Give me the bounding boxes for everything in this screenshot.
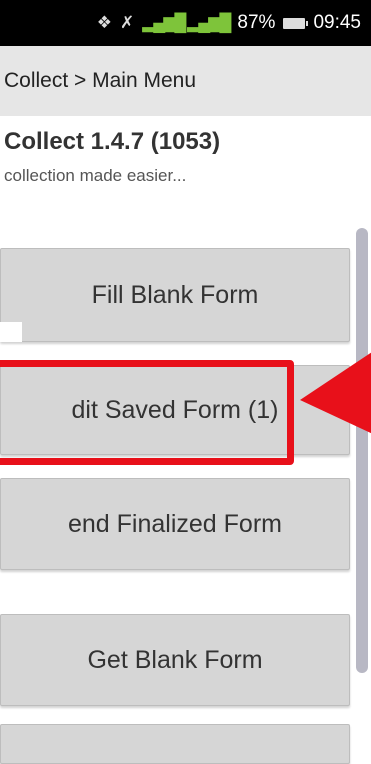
bluetooth-icon: ❖: [96, 13, 112, 32]
status-bar: ❖ ✗ ▂▄▆█ ▂▄▆█ 87% 09:45: [0, 0, 371, 46]
clock: 09:45: [313, 12, 361, 33]
edit-saved-form-button[interactable]: dit Saved Form (1): [0, 365, 350, 455]
mute-icon: ✗: [119, 13, 135, 32]
fill-blank-form-button[interactable]: Fill Blank Form: [0, 248, 350, 342]
edit-saved-form-label: dit Saved Form (1): [71, 395, 279, 424]
action-bar: Collect > Main Menu: [0, 46, 371, 116]
signal-icon: ▂▄▆█ ▂▄▆█: [142, 13, 231, 32]
battery-percent: 87%: [237, 12, 276, 33]
app-title: Collect 1.4.7 (1053): [4, 128, 221, 155]
app-header: Collect 1.4.7 (1053) collection made eas…: [0, 128, 371, 186]
send-finalized-form-button[interactable]: end Finalized Form: [0, 478, 350, 570]
battery-icon: [283, 17, 309, 29]
get-blank-form-label: Get Blank Form: [87, 645, 263, 674]
scrollbar[interactable]: [356, 228, 368, 673]
get-blank-form-button[interactable]: Get Blank Form: [0, 614, 350, 706]
fill-blank-form-label: Fill Blank Form: [91, 280, 259, 309]
breadcrumb[interactable]: Collect > Main Menu: [4, 69, 196, 93]
overlay-notch: [0, 322, 22, 342]
send-finalized-form-label: end Finalized Form: [68, 509, 282, 538]
next-menu-button[interactable]: [0, 724, 350, 764]
app-subtitle: collection made easier...: [4, 166, 187, 185]
